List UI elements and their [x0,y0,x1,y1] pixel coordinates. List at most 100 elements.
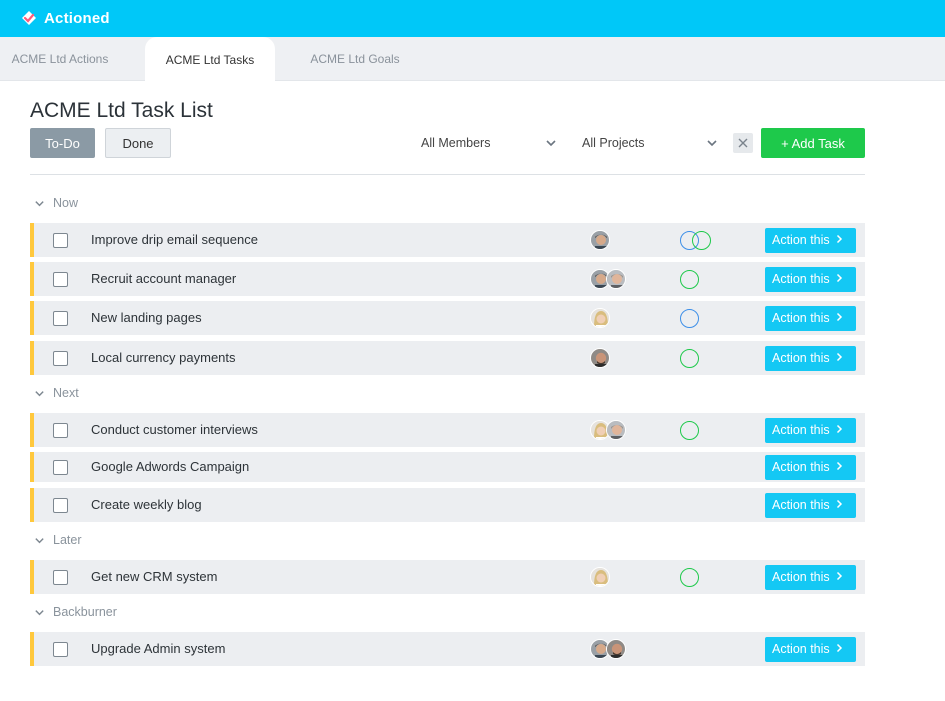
action-this-button[interactable]: Action this [765,454,856,480]
task-checkbox[interactable] [53,422,68,438]
section-label: Now [53,196,79,210]
task-title[interactable]: New landing pages [91,310,202,325]
task-title[interactable]: Improve drip email sequence [91,232,258,247]
task-checkbox[interactable] [53,569,68,585]
status-ring-icon[interactable] [692,230,711,250]
task-checkbox[interactable] [53,271,68,287]
chevron-right-icon [836,272,843,286]
tab-goals[interactable]: ACME Ltd Goals [295,37,415,81]
priority-accent [30,413,34,447]
actioned-logo-icon [20,9,38,27]
close-icon [738,138,748,148]
assignee-avatars [590,269,626,289]
priority-accent [30,632,34,666]
task-row[interactable]: Conduct customer interviews Action this [30,413,865,447]
task-checkbox[interactable] [53,459,68,475]
chevron-right-icon [836,233,843,247]
task-checkbox[interactable] [53,232,68,248]
task-title[interactable]: Local currency payments [91,350,236,365]
task-checkbox[interactable] [53,350,68,366]
task-row[interactable]: Upgrade Admin system Action this [30,632,865,666]
task-checkbox[interactable] [53,641,68,657]
action-this-button[interactable]: Action this [765,636,856,662]
tab-tasks[interactable]: ACME Ltd Tasks [145,37,275,82]
task-row[interactable]: Local currency payments Action this [30,341,865,375]
task-title[interactable]: Create weekly blog [91,497,202,512]
task-row[interactable]: Create weekly blog Action this [30,488,865,522]
avatar[interactable] [590,308,610,328]
add-task-button[interactable]: + Add Task [761,128,865,158]
avatar[interactable] [590,567,610,587]
priority-accent [30,560,34,594]
avatar[interactable] [590,348,610,368]
section-later[interactable]: Later [34,533,82,547]
section-now[interactable]: Now [34,196,78,210]
brand[interactable]: Actioned [20,9,110,27]
todo-filter-button[interactable]: To-Do [30,128,95,158]
action-this-button[interactable]: Action this [765,266,856,292]
status-ring-icon[interactable] [680,420,699,440]
done-filter-button[interactable]: Done [105,128,171,158]
status-ring-icon[interactable] [680,567,699,587]
assignee-avatars [590,639,626,659]
tab-actions[interactable]: ACME Ltd Actions [0,37,120,81]
section-backburner[interactable]: Backburner [34,605,117,619]
goal-status [680,567,699,588]
chevron-down-icon [35,609,44,615]
assignee-avatars [590,420,626,440]
task-title[interactable]: Upgrade Admin system [91,641,225,656]
priority-accent [30,452,34,482]
avatar[interactable] [606,269,626,289]
task-checkbox[interactable] [53,310,68,326]
status-ring-icon[interactable] [680,269,699,289]
status-ring-icon[interactable] [680,348,699,368]
divider [30,174,865,175]
goal-status [680,308,699,329]
chevron-down-icon [35,200,44,206]
task-row[interactable]: New landing pages Action this [30,301,865,335]
action-label: Action this [772,498,830,512]
action-this-button[interactable]: Action this [765,305,856,331]
action-this-button[interactable]: Action this [765,492,856,518]
avatar[interactable] [606,420,626,440]
projects-select[interactable]: All Projects [582,128,722,158]
priority-accent [30,223,34,257]
chevron-right-icon [836,460,843,474]
priority-accent [30,262,34,296]
avatar[interactable] [590,230,610,250]
clear-filters-button[interactable] [733,133,753,153]
task-title[interactable]: Google Adwords Campaign [91,459,249,474]
chevron-right-icon [836,351,843,365]
task-title[interactable]: Recruit account manager [91,271,236,286]
action-this-button[interactable]: Action this [765,227,856,253]
priority-accent [30,341,34,375]
section-next[interactable]: Next [34,386,79,400]
section-label: Backburner [53,605,117,619]
action-label: Action this [772,311,830,325]
task-row[interactable]: Google Adwords Campaign Action this [30,452,865,482]
assignee-avatars [590,348,610,368]
action-this-button[interactable]: Action this [765,564,856,590]
status-ring-icon[interactable] [680,308,699,328]
action-label: Action this [772,423,830,437]
section-label: Later [53,533,82,547]
action-this-button[interactable]: Action this [765,345,856,371]
task-row[interactable]: Improve drip email sequence Action this [30,223,865,257]
action-label: Action this [772,570,830,584]
page-title: ACME Ltd Task List [30,99,213,122]
task-title[interactable]: Conduct customer interviews [91,422,258,437]
task-row[interactable]: Recruit account manager Action this [30,262,865,296]
action-label: Action this [772,460,830,474]
chevron-right-icon [836,311,843,325]
task-checkbox[interactable] [53,497,68,513]
avatar[interactable] [606,639,626,659]
action-label: Action this [772,642,830,656]
task-title[interactable]: Get new CRM system [91,569,217,584]
action-this-button[interactable]: Action this [765,417,856,443]
priority-accent [30,488,34,522]
chevron-down-icon [35,390,44,396]
members-select[interactable]: All Members [421,128,561,158]
task-row[interactable]: Get new CRM system Action this [30,560,865,594]
chevron-right-icon [836,642,843,656]
goal-status [680,230,711,251]
